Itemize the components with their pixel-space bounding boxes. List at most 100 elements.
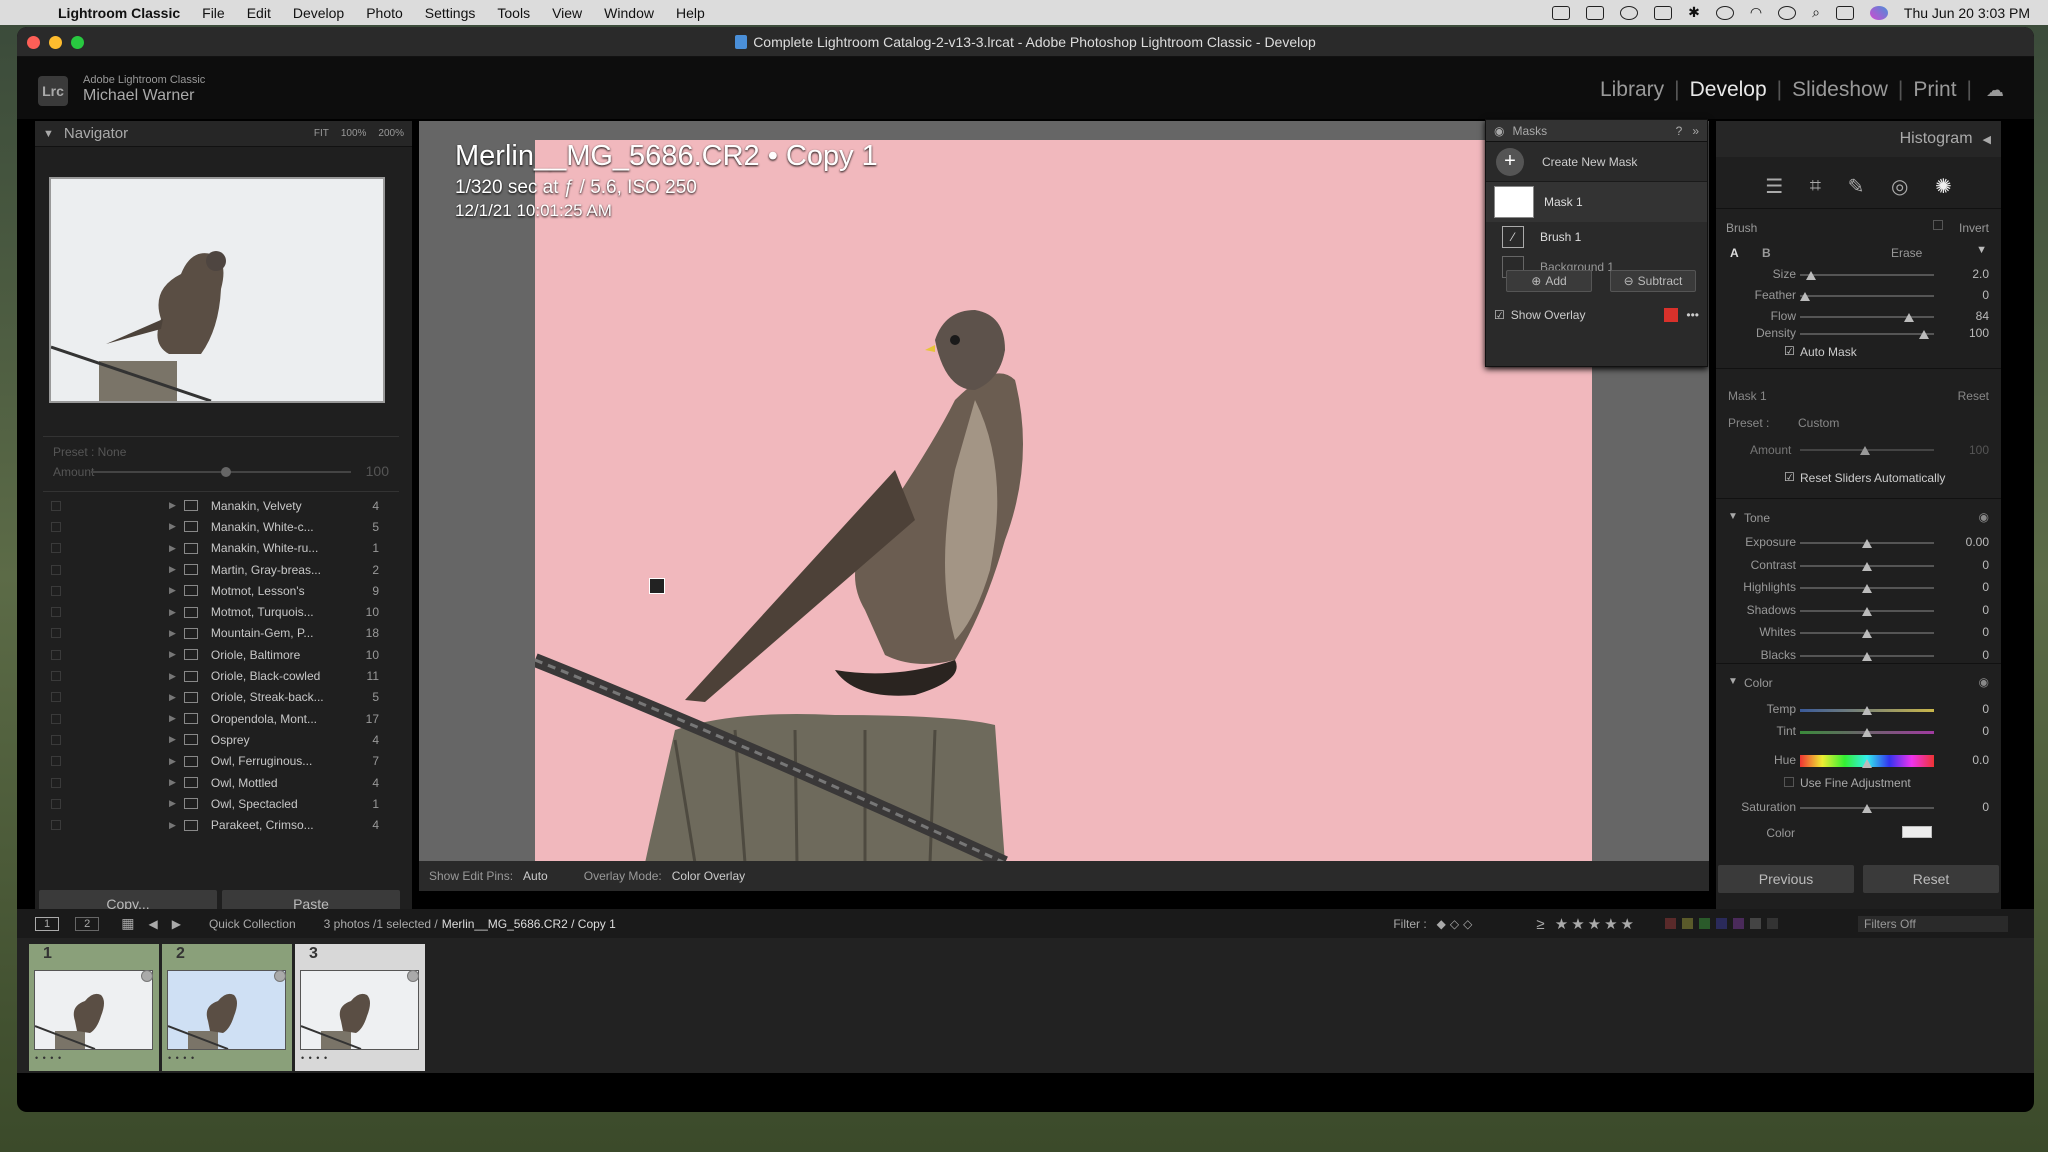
collapse-triangle-icon[interactable]: ▼	[43, 128, 54, 140]
collection-row[interactable]: ▶ Oropendola, Mont... 17	[43, 708, 399, 729]
brush-slider-value[interactable]: 0	[1982, 288, 1989, 302]
tone-slider-value[interactable]: 0	[1982, 625, 1989, 639]
control-center-icon[interactable]	[1835, 5, 1854, 20]
collection-row[interactable]: ▶ Motmot, Lesson's 9	[43, 580, 399, 601]
collection-row[interactable]: ▶ Motmot, Turquois... 10	[43, 601, 399, 622]
menu-window[interactable]: Window	[604, 5, 654, 21]
amount-slider[interactable]	[1800, 446, 1934, 455]
subtract-button[interactable]: ⊖ Subtract	[1610, 270, 1696, 292]
overlay-color-swatch[interactable]	[1664, 308, 1679, 322]
module-print[interactable]: Print	[1903, 78, 1966, 102]
collection-checkbox[interactable]	[51, 649, 61, 660]
invert-checkbox[interactable]	[1933, 220, 1943, 230]
zoom-window-button[interactable]	[71, 36, 84, 49]
brush-1-row[interactable]: ⁄ Brush 1	[1486, 222, 1707, 252]
saturation-slider[interactable]	[1800, 804, 1934, 813]
reset-button[interactable]: Reset	[1863, 865, 1999, 893]
collection-row[interactable]: ▶ Oriole, Streak-back... 5	[43, 687, 399, 708]
filmstrip-thumbnail[interactable]	[300, 970, 419, 1050]
brush-size-slider[interactable]	[1800, 271, 1934, 280]
star-filter-icons[interactable]: ≥ ★★★★★	[1536, 915, 1637, 933]
collection-row[interactable]: ▶ Owl, Mottled 4	[43, 772, 399, 793]
photo-preview[interactable]	[535, 140, 1592, 863]
brush-tab-b[interactable]: B	[1762, 246, 1771, 260]
tone-highlights-slider[interactable]	[1800, 584, 1934, 593]
menu-photo[interactable]: Photo	[366, 5, 403, 21]
menu-develop[interactable]: Develop	[293, 5, 344, 21]
eye-icon[interactable]: ◉	[1494, 124, 1504, 138]
create-new-mask-button[interactable]: + Create New Mask	[1486, 142, 1707, 182]
tone-slider-value[interactable]: 0	[1982, 648, 1989, 662]
menu-file[interactable]: File	[202, 5, 225, 21]
navigator-preview[interactable]	[49, 177, 385, 403]
temp-value[interactable]: 0	[1982, 702, 1989, 716]
brush-flow-slider[interactable]	[1800, 313, 1934, 322]
pin-marker-icon[interactable]	[649, 578, 665, 594]
menu-edit[interactable]: Edit	[247, 5, 271, 21]
histogram-header[interactable]: Histogram ◀	[1716, 121, 2001, 157]
tone-slider-value[interactable]: 0.00	[1966, 535, 1989, 549]
collection-row[interactable]: ▶ Manakin, Velvety 4	[43, 495, 399, 516]
expand-arrow-icon[interactable]: ▶	[169, 671, 176, 682]
collection-checkbox[interactable]	[51, 798, 61, 809]
masks-header[interactable]: ◉ Masks ? »	[1486, 120, 1707, 142]
tone-collapse-icon[interactable]: ▼	[1728, 511, 1738, 522]
quick-collection-marker[interactable]	[407, 970, 419, 982]
zoom-100[interactable]: 100%	[341, 128, 367, 139]
collection-checkbox[interactable]	[51, 564, 61, 575]
filmstrip-cell[interactable]: 3 • • • •	[295, 944, 425, 1071]
tone-whites-slider[interactable]	[1800, 629, 1934, 638]
collection-row[interactable]: ▶ Mountain-Gem, P... 18	[43, 623, 399, 644]
filmstrip-thumbnail[interactable]	[167, 970, 286, 1050]
saturation-value[interactable]: 0	[1982, 800, 1989, 814]
edit-sliders-icon[interactable]: ☰	[1765, 174, 1783, 199]
expand-arrow-icon[interactable]: ▶	[169, 585, 176, 596]
menu-settings[interactable]: Settings	[425, 5, 476, 21]
preset-select[interactable]: Custom	[1798, 416, 1839, 430]
tone-slider-value[interactable]: 0	[1982, 558, 1989, 572]
apple-icon[interactable]	[22, 4, 40, 22]
menu-view[interactable]: View	[552, 5, 582, 21]
tone-contrast-slider[interactable]	[1800, 561, 1934, 571]
expand-arrow-icon[interactable]: ▶	[169, 521, 176, 532]
collection-row[interactable]: ▶ Parakeet, Crimso... 4	[43, 814, 399, 835]
expand-arrow-icon[interactable]: ▶	[169, 820, 176, 831]
collection-checkbox[interactable]	[51, 777, 61, 788]
quick-collection-marker[interactable]	[274, 970, 286, 982]
healing-icon[interactable]: ✎	[1848, 174, 1865, 199]
collection-row[interactable]: ▶ Owl, Spectacled 1	[43, 793, 399, 814]
clock[interactable]: Thu Jun 20 3:03 PM	[1904, 5, 2030, 21]
filmstrip-thumbnail[interactable]	[34, 970, 153, 1050]
filmstrip-cell[interactable]: 1 • • • •	[29, 944, 159, 1071]
show-overlay-checkbox[interactable]: ☑	[1494, 308, 1505, 322]
collection-checkbox[interactable]	[51, 713, 61, 724]
collection-row[interactable]: ▶ Owl, Ferruginous... 7	[43, 751, 399, 772]
expand-arrow-icon[interactable]: ▶	[169, 628, 176, 639]
brush-slider-value[interactable]: 100	[1969, 326, 1989, 340]
forward-arrow-icon[interactable]: ▶	[172, 917, 181, 931]
red-eye-icon[interactable]: ◎	[1891, 174, 1908, 199]
tone-eye-icon[interactable]: ◉	[1979, 510, 1989, 524]
mask-reset-button[interactable]: Reset	[1958, 389, 1989, 403]
mask-1-row[interactable]: Mask 1	[1486, 182, 1707, 222]
collection-checkbox[interactable]	[51, 543, 61, 554]
collection-checkbox[interactable]	[51, 500, 61, 511]
collection-row[interactable]: ▶ Oriole, Black-cowled 11	[43, 665, 399, 686]
expand-arrow-icon[interactable]: ▶	[169, 734, 176, 745]
expand-arrow-icon[interactable]: ▶	[169, 607, 176, 618]
expand-arrow-icon[interactable]: ▶	[169, 543, 176, 554]
menu-help[interactable]: Help	[676, 5, 705, 21]
tone-shadows-slider[interactable]	[1800, 606, 1934, 616]
zoom-200[interactable]: 200%	[378, 128, 404, 139]
menu-tools[interactable]: Tools	[497, 5, 530, 21]
reset-sliders-checkbox[interactable]: ☑	[1784, 470, 1795, 484]
brush-slider-value[interactable]: 84	[1976, 309, 1989, 323]
page-1-button[interactable]: 1	[35, 916, 60, 931]
brush-tab-erase[interactable]: Erase	[1891, 246, 1922, 260]
wifi-icon[interactable]: ◠	[1750, 4, 1762, 21]
module-slideshow[interactable]: Slideshow	[1782, 78, 1898, 102]
minimize-window-button[interactable]	[49, 36, 62, 49]
brush-options-icon[interactable]: ▼	[1976, 244, 1987, 256]
crop-icon[interactable]: ⌗	[1810, 175, 1821, 198]
tint-value[interactable]: 0	[1982, 724, 1989, 738]
